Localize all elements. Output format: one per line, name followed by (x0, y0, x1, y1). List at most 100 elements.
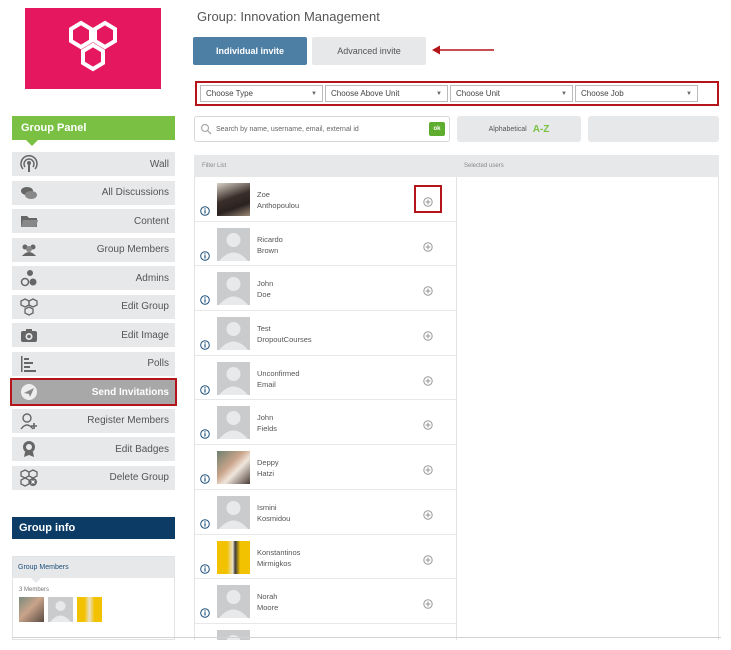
member-avatar[interactable] (77, 597, 102, 622)
add-user-button[interactable] (423, 462, 433, 475)
select-value: Choose Above Unit (331, 89, 400, 98)
user-name: Deppy Hatzi (257, 457, 279, 479)
choose-unit-select[interactable]: Choose Unit ▼ (450, 85, 573, 102)
alphabetical-sort-button[interactable]: Alphabetical A-Z (457, 116, 581, 142)
edit-group-icon (18, 296, 40, 318)
search-field[interactable]: Search by name, username, email, externa… (194, 116, 450, 142)
list-item: Unconfirmed Email (195, 356, 456, 401)
sidebar-item-all-discussions[interactable]: All Discussions (12, 180, 175, 205)
select-value: Choose Type (206, 89, 253, 98)
sidebar-item-group-members[interactable]: Group Members (12, 237, 175, 262)
sidebar-item-label: Polls (147, 358, 169, 369)
select-value: Choose Job (581, 89, 624, 98)
info-icon[interactable] (200, 337, 210, 350)
user-name: Norah Moore (257, 591, 278, 613)
delete-group-icon (18, 467, 40, 489)
user-last-name: Brown (257, 245, 279, 255)
info-icon[interactable] (200, 248, 210, 261)
sort-option-button[interactable] (588, 116, 719, 142)
sidebar-item-wall[interactable]: Wall (12, 152, 175, 176)
caret-down-icon: ▼ (311, 90, 317, 97)
add-user-button[interactable] (423, 507, 433, 520)
member-avatar[interactable] (19, 597, 44, 622)
plus-circle-icon (423, 420, 433, 431)
list-item: Ricardo Brown (195, 222, 456, 267)
choose-job-select[interactable]: Choose Job ▼ (575, 85, 698, 102)
user-first-name: Zoe (257, 190, 270, 199)
sidebar-item-edit-badges[interactable]: Edit Badges (12, 437, 175, 461)
members-count: 3 Members (19, 587, 50, 593)
register-member-icon (18, 410, 40, 432)
search-ok-button[interactable]: ok (429, 122, 445, 136)
plus-circle-icon (423, 554, 433, 565)
caret-down-icon: ▼ (561, 90, 567, 97)
group-members-tab[interactable]: Group Members (13, 557, 174, 583)
info-icon[interactable] (200, 292, 210, 306)
choose-type-select[interactable]: Choose Type ▼ (200, 85, 323, 102)
add-user-button[interactable] (423, 239, 433, 252)
add-user-button[interactable] (423, 373, 433, 386)
advanced-invite-button[interactable]: Advanced invite (312, 37, 426, 65)
user-avatar (217, 183, 250, 216)
list-item: Zoe Anthopoulou (195, 177, 456, 222)
caret-down-icon: ▼ (686, 90, 692, 97)
plus-circle-icon (423, 197, 433, 207)
folder-icon (18, 210, 40, 232)
sidebar-item-label: Edit Badges (115, 443, 169, 455)
sidebar-item-label: Wall (149, 158, 169, 170)
info-icon[interactable] (200, 382, 210, 395)
info-icon[interactable] (200, 471, 210, 484)
plus-circle-icon (423, 599, 433, 609)
annotation-arrow-icon (432, 45, 494, 55)
user-last-name: Hatzi (257, 469, 275, 479)
filter-list: Zoe Anthopoulou Ricardo Brown John Doe Test Dro… (195, 177, 457, 640)
sidebar-item-admins[interactable]: Admins (12, 266, 175, 290)
info-icon[interactable] (200, 561, 210, 574)
list-item: Konstantinos Mirmigkos (195, 535, 456, 580)
members-icon (18, 239, 40, 261)
user-first-name: Ismini (257, 502, 277, 512)
add-user-button[interactable] (423, 417, 433, 431)
user-first-name: Unconfirmed (257, 368, 300, 378)
info-icon[interactable] (200, 605, 210, 618)
add-user-button[interactable] (423, 596, 433, 609)
sidebar-item-label: Send Invitations (91, 386, 169, 398)
sidebar-item-delete-group[interactable]: Delete Group (12, 465, 175, 490)
polls-icon (18, 353, 40, 375)
search-input[interactable]: Search by name, username, email, externa… (216, 126, 429, 133)
info-icon[interactable] (200, 516, 210, 529)
user-name: Test DropoutCourses (257, 323, 312, 345)
list-item: John Doe (195, 266, 456, 312)
user-list-area: Zoe Anthopoulou Ricardo Brown John Doe Test Dro… (194, 177, 719, 640)
select-value: Choose Unit (456, 89, 501, 98)
user-last-name: Anthopoulou (257, 201, 300, 210)
user-name: John Doe (257, 278, 273, 300)
add-user-button[interactable] (423, 283, 433, 297)
sidebar-item-content[interactable]: Content (12, 209, 175, 233)
user-name: Zoe Anthopoulou (257, 189, 299, 211)
edit-image-icon (18, 324, 40, 346)
individual-invite-button[interactable]: Individual invite (193, 37, 307, 65)
info-icon[interactable] (200, 426, 210, 440)
user-last-name: Fields (257, 424, 278, 434)
info-icon[interactable] (200, 203, 210, 216)
plus-circle-icon (423, 465, 433, 475)
choose-above-unit-select[interactable]: Choose Above Unit ▼ (325, 85, 448, 102)
hexagons-icon (69, 20, 117, 71)
plus-circle-icon (423, 376, 433, 386)
wall-icon (18, 153, 40, 175)
sidebar-item-polls[interactable]: Polls (12, 351, 175, 376)
sidebar-item-send-invitations[interactable]: Send Invitations (10, 378, 177, 406)
sidebar-item-edit-group[interactable]: Edit Group (12, 294, 175, 319)
user-name: Konstantinos Mirmigkos (257, 547, 300, 569)
sidebar-item-edit-image[interactable]: Edit Image (12, 323, 175, 347)
list-item: John Fields (195, 400, 456, 446)
add-user-button[interactable] (423, 328, 433, 341)
sidebar-item-register-members[interactable]: Register Members (12, 408, 175, 433)
member-avatar[interactable] (48, 597, 73, 622)
user-last-name: Email (257, 379, 276, 389)
user-name: John Fields (257, 412, 277, 434)
add-user-button[interactable] (414, 185, 442, 213)
add-user-button[interactable] (423, 552, 433, 565)
list-item: Ismini Kosmidou (195, 490, 456, 535)
